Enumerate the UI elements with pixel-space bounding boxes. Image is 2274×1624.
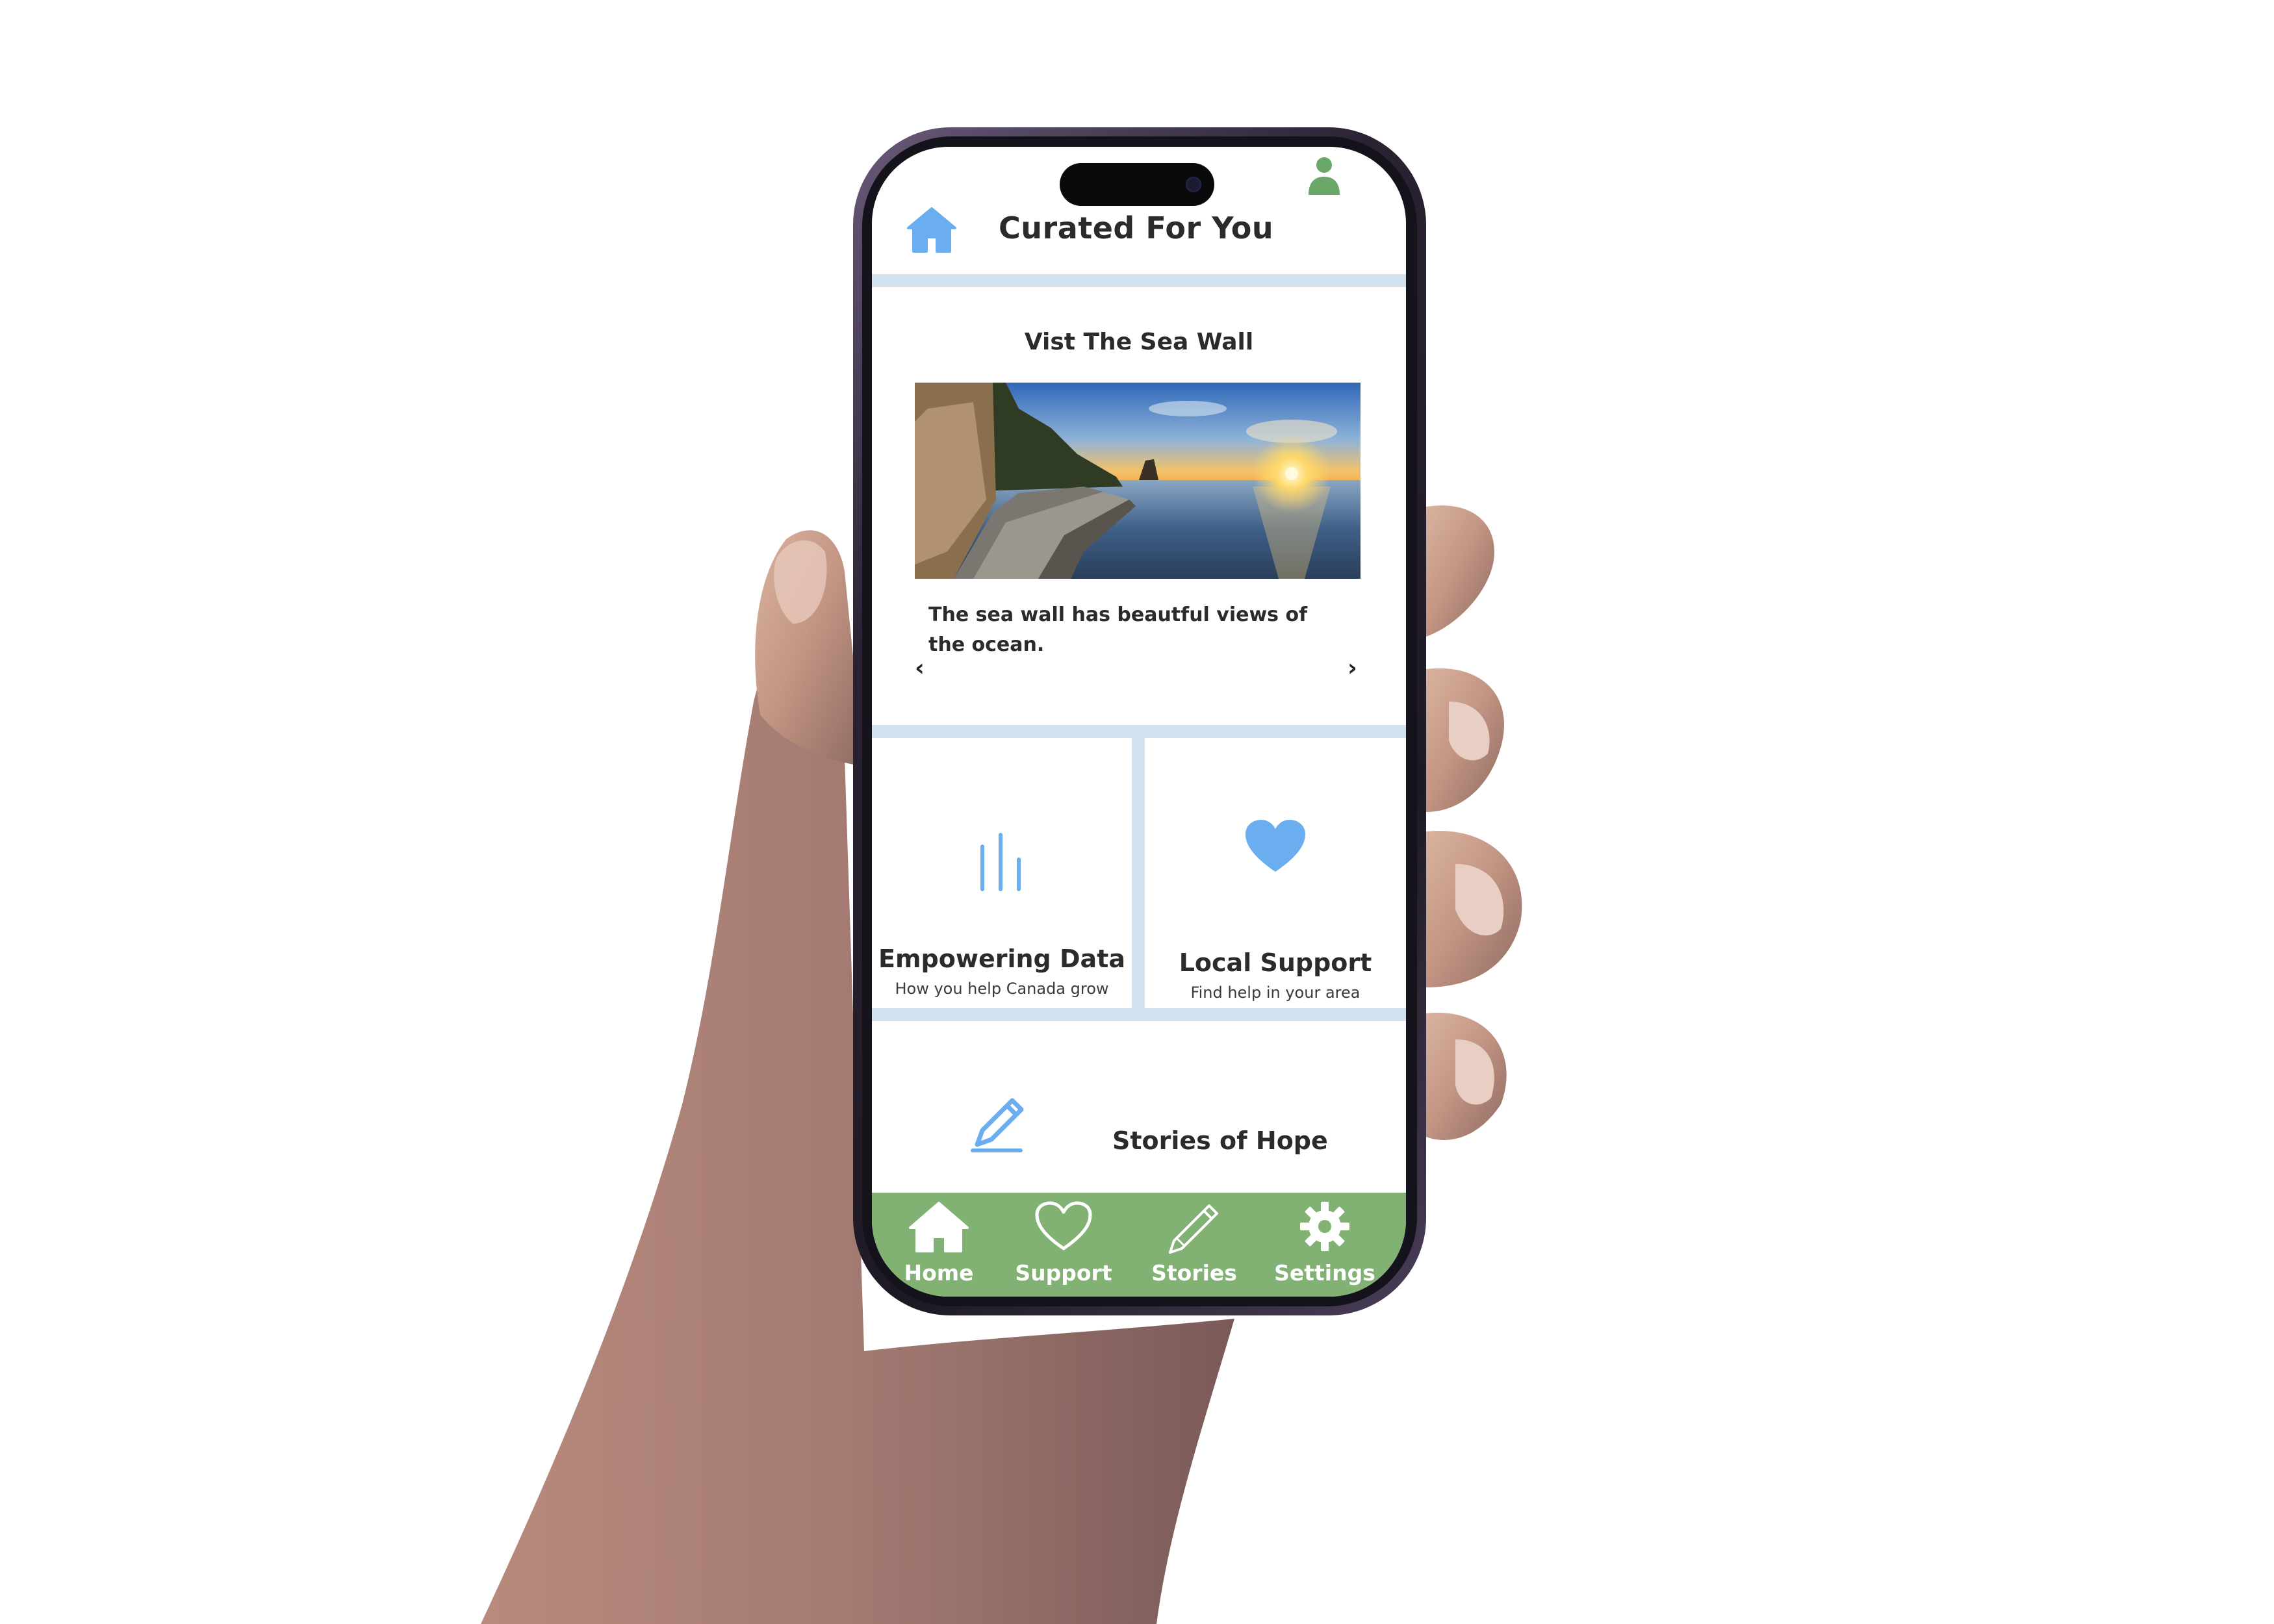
carousel-prev-button[interactable]: ‹ <box>915 655 925 681</box>
heart-icon <box>1246 820 1305 872</box>
section-divider <box>872 725 1406 738</box>
heart-outline-icon <box>1035 1201 1092 1250</box>
tile-local-support[interactable]: Local Support Find help in your area <box>1145 742 1406 1008</box>
tab-label: Support <box>1015 1260 1112 1286</box>
app-header: Curated For You <box>872 147 1406 274</box>
tab-label: Settings <box>1274 1260 1375 1286</box>
featured-caption: The sea wall has beautful views of the o… <box>928 603 1308 656</box>
section-divider <box>872 274 1406 287</box>
tab-stories[interactable]: Stories <box>1142 1193 1246 1297</box>
app-screen: Curated For You Vist The Sea Wall The se… <box>872 147 1406 1297</box>
tile-subtitle: Find help in your area <box>1190 983 1361 1002</box>
home-icon <box>909 1202 969 1252</box>
tab-home[interactable]: Home <box>887 1193 991 1297</box>
tab-support[interactable]: Support <box>1012 1193 1116 1297</box>
gear-icon <box>1300 1202 1349 1251</box>
page-title: Curated For You <box>999 210 1274 246</box>
photo-scene: Curated For You Vist The Sea Wall The se… <box>0 0 2274 1624</box>
section-divider <box>872 1008 1406 1021</box>
tile-empowering-data[interactable]: Empowering Data How you help Canada grow <box>872 742 1132 1008</box>
pencil-icon <box>971 1098 1024 1152</box>
home-icon[interactable] <box>907 205 956 254</box>
bottom-tab-bar: Home Support Stories Settings <box>872 1193 1406 1297</box>
tab-label: Stories <box>1151 1260 1237 1286</box>
stories-title: Stories of Hope <box>1112 1126 1328 1155</box>
tile-title: Empowering Data <box>878 945 1125 973</box>
tile-subtitle: How you help Canada grow <box>895 980 1109 998</box>
featured-image <box>915 383 1361 579</box>
pencil-icon <box>1169 1204 1218 1254</box>
featured-title: Vist The Sea Wall <box>1024 329 1254 355</box>
bar-chart-icon <box>980 833 1021 891</box>
carousel-next-button[interactable]: › <box>1348 655 1357 681</box>
tab-label: Home <box>904 1260 974 1286</box>
tile-title: Local Support <box>1179 948 1372 977</box>
tab-settings[interactable]: Settings <box>1273 1193 1377 1297</box>
tile-divider <box>1132 737 1145 1008</box>
